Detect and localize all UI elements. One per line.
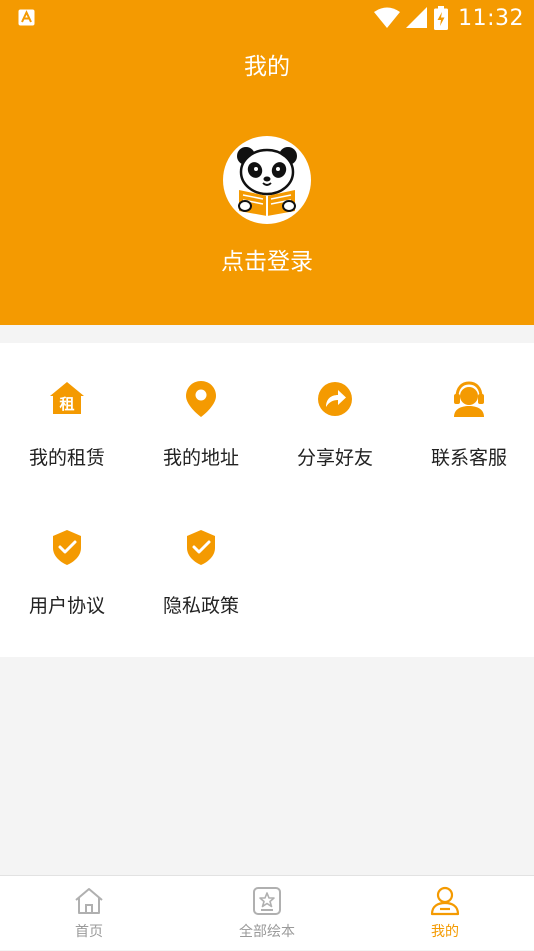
rent-house-icon: 租 (50, 382, 84, 414)
menu-item-my-address[interactable]: 我的地址 (134, 343, 268, 469)
battery-charging-icon (434, 6, 449, 30)
customer-service-icon (454, 381, 484, 417)
menu-item-label: 联系客服 (430, 447, 507, 469)
menu-item-privacy-policy[interactable]: 隐私政策 (134, 491, 268, 617)
status-bar: 11:32 (0, 0, 534, 36)
status-time: 11:32 (458, 5, 524, 31)
user-icon (430, 886, 460, 916)
profile-header: 11:32 我的 点击登录 (0, 0, 534, 325)
menu-item-label: 隐私政策 (162, 595, 239, 617)
home-icon (75, 888, 103, 914)
menu-item-label: 分享好友 (296, 447, 373, 469)
tab-label: 全部绘本 (239, 924, 295, 940)
tab-label: 首页 (75, 924, 103, 940)
menu-item-label: 我的租赁 (28, 447, 105, 469)
login-link[interactable]: 点击登录 (0, 244, 534, 280)
menu-item-share-friends[interactable]: 分享好友 (268, 343, 402, 469)
location-pin-icon (186, 381, 216, 417)
bottom-tab-bar: 首页 全部绘本 我的 (0, 875, 534, 950)
menu-item-user-agreement[interactable]: 用户协议 (0, 491, 134, 617)
panda-reading-icon (237, 147, 297, 216)
menu-item-customer-service[interactable]: 联系客服 (402, 343, 534, 469)
tab-home[interactable]: 首页 (0, 876, 178, 951)
tab-label: 我的 (431, 924, 459, 940)
menu-item-label: 用户协议 (28, 595, 105, 617)
shield-check-icon (53, 530, 81, 565)
page-title: 我的 (244, 54, 290, 80)
tab-mine[interactable]: 我的 (356, 876, 534, 951)
tab-all-picture-books[interactable]: 全部绘本 (178, 876, 356, 951)
share-icon (318, 382, 352, 416)
shield-check-icon (187, 530, 215, 565)
menu-item-label: 我的地址 (162, 447, 239, 469)
star-book-icon (253, 887, 281, 915)
menu-panel: 租 我的租赁 我的地址 分享好友 联系客服 用户协议 隐私政策 (0, 343, 534, 657)
wifi-icon (374, 7, 401, 28)
cell-signal-icon (406, 7, 428, 28)
a-letter-icon (18, 9, 35, 26)
rent-house-icon-text: 租 (59, 395, 74, 413)
menu-item-my-rental[interactable]: 租 我的租赁 (0, 343, 134, 469)
status-bar-right: 11:32 (374, 4, 524, 32)
avatar[interactable] (223, 136, 311, 224)
